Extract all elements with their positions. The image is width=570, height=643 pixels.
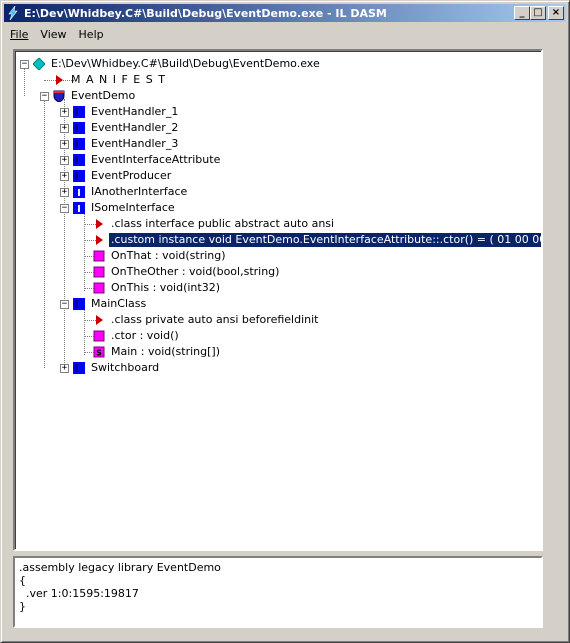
expand-toggle[interactable]: + bbox=[60, 364, 69, 373]
tree-node-label: .class private auto ansi beforefieldinit bbox=[111, 313, 319, 326]
namespace-shield-icon bbox=[53, 90, 65, 103]
tree-node-ctor[interactable]: .ctor : void() bbox=[93, 328, 181, 344]
detail-line: { bbox=[19, 574, 26, 587]
menu-bar: File View Help bbox=[4, 24, 566, 44]
collapse-toggle[interactable]: − bbox=[60, 300, 69, 309]
minimize-icon: _ bbox=[519, 7, 525, 18]
tree-node-eventhandler-3[interactable]: EventHandler_3 bbox=[73, 136, 180, 152]
detail-line: .ver 1:0:1595:19817 bbox=[19, 587, 139, 600]
tree-node-label: EventHandler_1 bbox=[91, 105, 179, 118]
tree-node-label: ISomeInterface bbox=[91, 201, 175, 214]
tree-node-switchboard[interactable]: Switchboard bbox=[73, 360, 161, 376]
expand-toggle[interactable]: + bbox=[60, 108, 69, 117]
tree-node-label: EventHandler_3 bbox=[91, 137, 179, 150]
tree-node-namespace[interactable]: EventDemo bbox=[53, 88, 137, 104]
tree-node-eventproducer[interactable]: EventProducer bbox=[73, 168, 173, 184]
tree-line bbox=[84, 307, 85, 355]
tree-node-label: EventProducer bbox=[91, 169, 172, 182]
tree-node-main[interactable]: S Main : void(string[]) bbox=[93, 344, 222, 360]
menu-view[interactable]: View bbox=[34, 28, 72, 41]
tree-node-label: OnThat : void(string) bbox=[111, 249, 226, 262]
menu-help[interactable]: Help bbox=[73, 28, 110, 41]
tree-node-label: M A N I F E S T bbox=[71, 73, 166, 86]
tree-node-manifest[interactable]: M A N I F E S T bbox=[53, 72, 168, 88]
tree-node-label: IAnotherInterface bbox=[91, 185, 188, 198]
expand-toggle[interactable]: + bbox=[60, 156, 69, 165]
tree-node-isome-class-decl[interactable]: .class interface public abstract auto an… bbox=[93, 216, 336, 232]
tree-node-mainclass[interactable]: MainClass bbox=[73, 296, 148, 312]
svg-text:S: S bbox=[96, 349, 102, 358]
tree-node-isomeinterface[interactable]: I ISomeInterface bbox=[73, 200, 177, 216]
method-icon bbox=[93, 282, 105, 294]
tree-node-onthat[interactable]: OnThat : void(string) bbox=[93, 248, 228, 264]
minimize-button[interactable]: _ bbox=[514, 6, 530, 20]
window-title: E:\Dev\Whidbey.C#\Build\Debug\EventDemo.… bbox=[24, 6, 387, 20]
class-icon bbox=[73, 106, 85, 118]
tree-view-inner: − E:\Dev\Whidbey.C#\Build\Debug\EventDem… bbox=[15, 51, 541, 549]
method-icon bbox=[93, 250, 105, 262]
tree-node-label: .class interface public abstract auto an… bbox=[111, 217, 335, 230]
class-icon bbox=[73, 362, 85, 374]
tree-node-eventhandler-1[interactable]: EventHandler_1 bbox=[73, 104, 180, 120]
declaration-triangle-icon bbox=[93, 234, 105, 246]
interface-icon: I bbox=[73, 186, 85, 199]
tree-node-label: EventInterfaceAttribute bbox=[91, 153, 221, 166]
expand-toggle[interactable]: + bbox=[60, 140, 69, 149]
method-icon bbox=[93, 266, 105, 278]
tree-node-mainclass-decl[interactable]: .class private auto ansi beforefieldinit bbox=[93, 312, 320, 328]
interface-icon: I bbox=[73, 202, 85, 215]
static-method-icon: S bbox=[93, 346, 105, 358]
tree-node-eventinterfaceattribute[interactable]: EventInterfaceAttribute bbox=[73, 152, 222, 168]
tree-node-label: .ctor : void() bbox=[111, 329, 179, 342]
maximize-button[interactable]: □ bbox=[530, 6, 546, 20]
close-icon: × bbox=[551, 7, 561, 18]
tree-node-label: OnTheOther : void(bool,string) bbox=[111, 265, 280, 278]
ildasm-app-icon bbox=[6, 5, 20, 21]
tree-line bbox=[84, 211, 85, 291]
tree-node-label: Main : void(string[]) bbox=[111, 345, 220, 358]
class-icon bbox=[73, 154, 85, 166]
method-icon bbox=[93, 330, 105, 342]
tree-view[interactable]: − E:\Dev\Whidbey.C#\Build\Debug\EventDem… bbox=[13, 49, 543, 551]
svg-text:I: I bbox=[77, 188, 81, 198]
declaration-triangle-icon bbox=[93, 314, 105, 326]
tree-node-label: EventDemo bbox=[71, 89, 136, 102]
class-icon bbox=[73, 138, 85, 150]
tree-node-label: E:\Dev\Whidbey.C#\Build\Debug\EventDemo.… bbox=[51, 57, 320, 70]
tree-node-onthis[interactable]: OnThis : void(int32) bbox=[93, 280, 222, 296]
class-icon bbox=[73, 170, 85, 182]
tree-node-label: EventHandler_2 bbox=[91, 121, 179, 134]
expand-toggle[interactable]: + bbox=[60, 188, 69, 197]
manifest-triangle-icon bbox=[53, 74, 65, 86]
tree-node-eventhandler-2[interactable]: EventHandler_2 bbox=[73, 120, 180, 136]
collapse-root-toggle[interactable]: − bbox=[20, 60, 29, 69]
maximize-icon: □ bbox=[533, 7, 543, 18]
expand-toggle[interactable]: + bbox=[60, 172, 69, 181]
expand-toggle[interactable]: + bbox=[60, 124, 69, 133]
tree-node-ontheother[interactable]: OnTheOther : void(bool,string) bbox=[93, 264, 281, 280]
tree-line bbox=[44, 96, 45, 368]
tree-node-root[interactable]: E:\Dev\Whidbey.C#\Build\Debug\EventDemo.… bbox=[32, 56, 322, 72]
tree-node-ianotherinterface[interactable]: I IAnotherInterface bbox=[73, 184, 189, 200]
detail-line: } bbox=[19, 600, 26, 613]
tree-node-label: OnThis : void(int32) bbox=[111, 281, 221, 294]
detail-line: .assembly legacy library EventDemo bbox=[19, 561, 221, 574]
menu-file[interactable]: File bbox=[4, 28, 34, 41]
tree-node-isome-custom-attr[interactable]: .custom instance void EventDemo.EventInt… bbox=[93, 232, 541, 248]
manifest-detail-pane[interactable]: .assembly legacy library EventDemo { .ve… bbox=[13, 556, 543, 628]
collapse-toggle[interactable]: − bbox=[60, 204, 69, 213]
class-icon bbox=[73, 122, 85, 134]
tree-node-label: Switchboard bbox=[91, 361, 160, 374]
assembly-diamond-icon bbox=[32, 57, 46, 71]
class-icon bbox=[73, 298, 85, 310]
ildasm-window: E:\Dev\Whidbey.C#\Build\Debug\EventDemo.… bbox=[0, 0, 570, 643]
close-button[interactable]: × bbox=[548, 6, 564, 20]
title-bar[interactable]: E:\Dev\Whidbey.C#\Build\Debug\EventDemo.… bbox=[4, 4, 566, 22]
declaration-triangle-icon bbox=[93, 218, 105, 230]
tree-node-label: MainClass bbox=[91, 297, 147, 310]
collapse-namespace-toggle[interactable]: − bbox=[40, 92, 49, 101]
tree-node-label: .custom instance void EventDemo.EventInt… bbox=[108, 232, 541, 248]
svg-text:I: I bbox=[77, 204, 81, 214]
